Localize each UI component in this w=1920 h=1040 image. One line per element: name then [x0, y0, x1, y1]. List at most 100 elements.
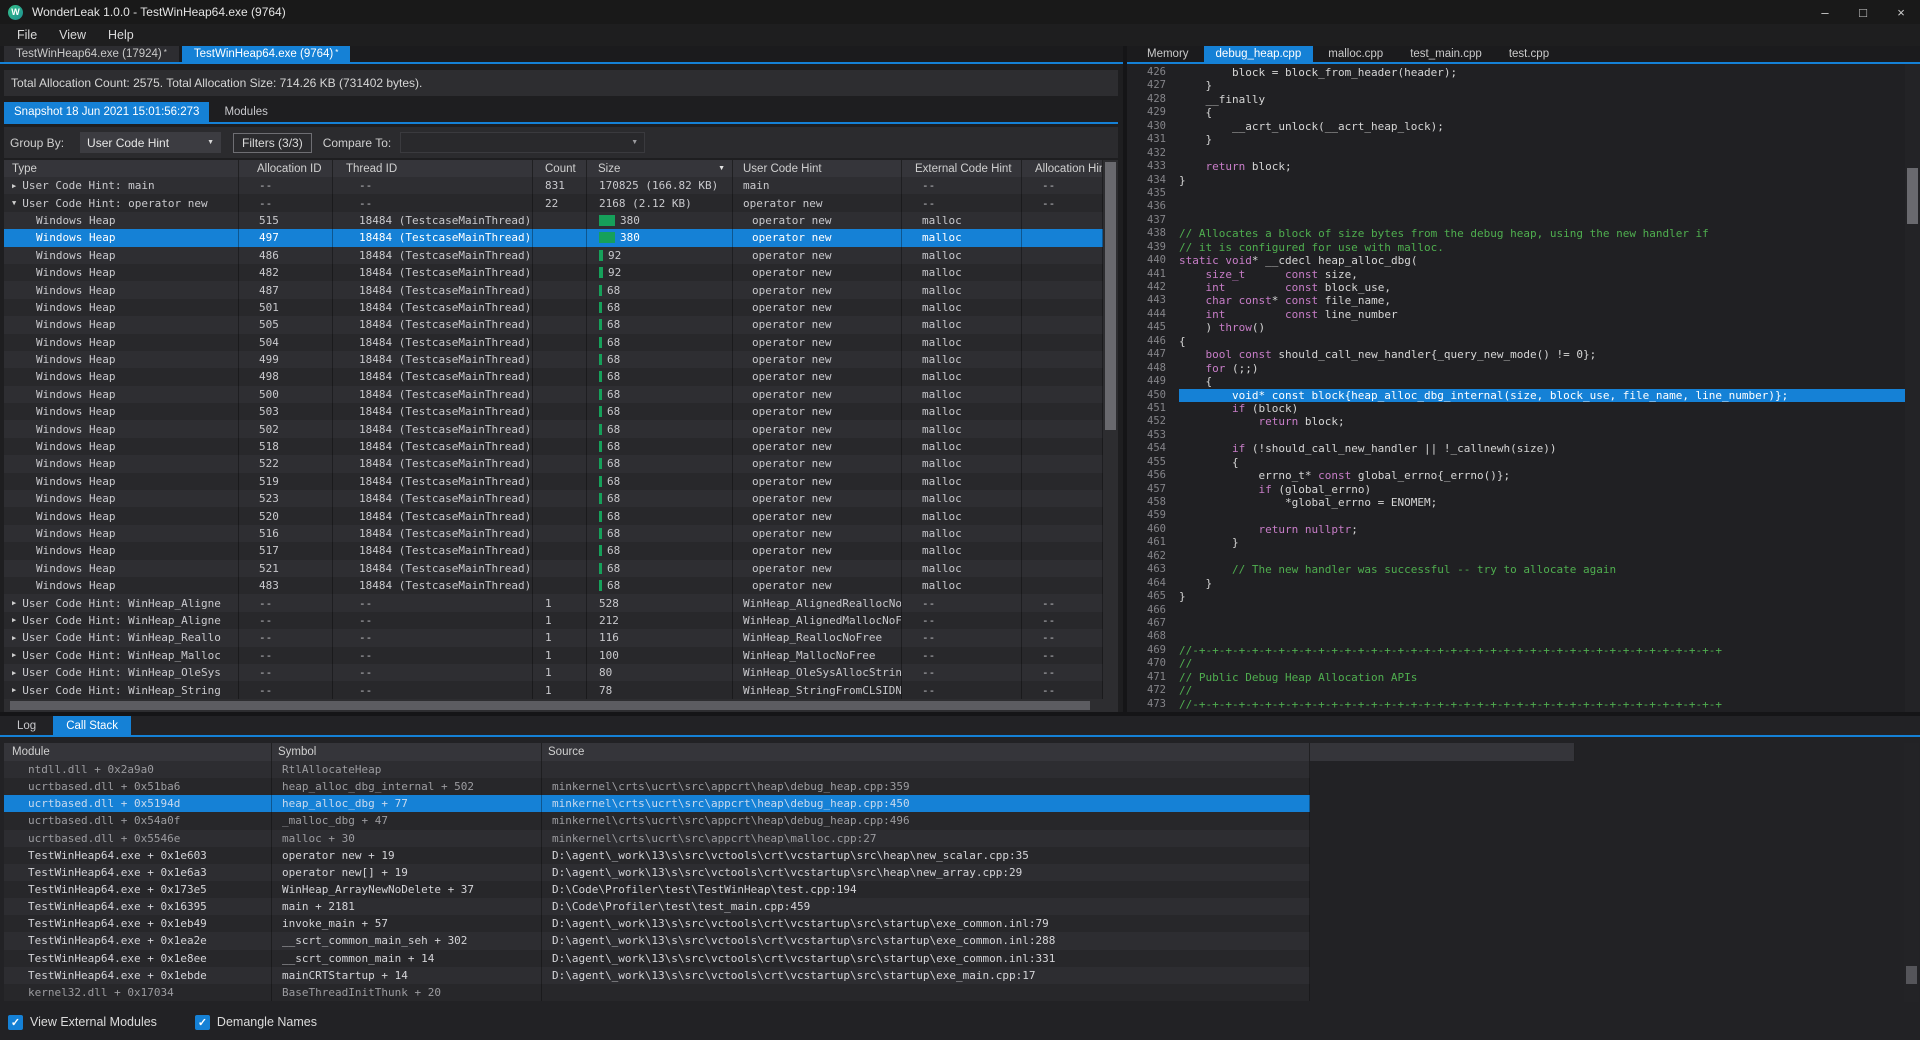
menu-item-help[interactable]: Help	[97, 24, 145, 46]
close-button[interactable]: ×	[1882, 0, 1920, 24]
allocation-table-vscrollbar[interactable]	[1103, 160, 1118, 712]
column-header-external-code-hint[interactable]: External Code Hint	[902, 160, 1022, 177]
call-stack-row[interactable]: TestWinHeap64.exe + 0x1e603operator new …	[4, 847, 1310, 864]
call-stack-row[interactable]: TestWinHeap64.exe + 0x173e5WinHeap_Array…	[4, 881, 1310, 898]
editor-vscrollbar[interactable]	[1905, 64, 1920, 712]
alloc-row[interactable]: Windows Heap50318484 (TestcaseMainThread…	[4, 403, 1103, 420]
alloc-row[interactable]: Windows Heap52118484 (TestcaseMainThread…	[4, 560, 1103, 577]
column-header-allocation-id[interactable]: Allocation ID	[239, 160, 333, 177]
alloc-row[interactable]: Windows Heap48318484 (TestcaseMainThread…	[4, 577, 1103, 594]
call-stack-row[interactable]: TestWinHeap64.exe + 0x1ea2e__scrt_common…	[4, 932, 1310, 949]
collapse-icon[interactable]: ▼	[12, 199, 16, 207]
alloc-row[interactable]: Windows Heap48718484 (TestcaseMainThread…	[4, 281, 1103, 298]
editor-tab-memory[interactable]: Memory	[1135, 46, 1201, 62]
call-stack-scrollbar-thumb[interactable]	[1906, 966, 1917, 984]
checkbox-checked-icon[interactable]: ✓	[8, 1015, 23, 1030]
alloc-row[interactable]: Windows Heap51818484 (TestcaseMainThread…	[4, 438, 1103, 455]
maximize-button[interactable]: □	[1844, 0, 1882, 24]
alloc-row[interactable]: Windows Heap52218484 (TestcaseMainThread…	[4, 455, 1103, 472]
filters-button[interactable]: Filters (3/3)	[233, 133, 312, 153]
column-header-module[interactable]: Module	[4, 743, 272, 761]
code-line: 428 __finally	[1127, 93, 1905, 106]
view-tab-modules[interactable]: Modules	[214, 102, 277, 122]
alloc-row[interactable]: Windows Heap50018484 (TestcaseMainThread…	[4, 386, 1103, 403]
expand-icon[interactable]: ▶	[12, 669, 16, 677]
menu-item-file[interactable]: File	[6, 24, 48, 46]
bottom-tab-log[interactable]: Log	[4, 716, 49, 735]
alloc-row[interactable]: Windows Heap52318484 (TestcaseMainThread…	[4, 490, 1103, 507]
compare-to-dropdown[interactable]: ▼	[400, 132, 645, 153]
expand-icon[interactable]: ▶	[12, 651, 16, 659]
alloc-group-row[interactable]: ▶User Code Hint: WinHeap_OleSys----180Wi…	[4, 664, 1103, 681]
editor-tab-test-main-cpp[interactable]: test_main.cpp	[1398, 46, 1494, 62]
checkbox-checked-icon[interactable]: ✓	[195, 1015, 210, 1030]
process-tab-testwinheap64-exe-17924-[interactable]: TestWinHeap64.exe (17924)*	[4, 46, 179, 62]
call-stack-row[interactable]: ucrtbased.dll + 0x51ba6heap_alloc_dbg_in…	[4, 778, 1310, 795]
call-stack-row[interactable]: TestWinHeap64.exe + 0x1ebdemainCRTStartu…	[4, 967, 1310, 984]
column-header-user-code-hint[interactable]: User Code Hint	[733, 160, 902, 177]
column-header-thread-id[interactable]: Thread ID	[333, 160, 533, 177]
alloc-row[interactable]: Windows Heap51918484 (TestcaseMainThread…	[4, 473, 1103, 490]
alloc-row[interactable]: Windows Heap48618484 (TestcaseMainThread…	[4, 247, 1103, 264]
alloc-row[interactable]: Windows Heap49818484 (TestcaseMainThread…	[4, 368, 1103, 385]
call-stack-row[interactable]: ucrtbased.dll + 0x5546emalloc + 30minker…	[4, 830, 1310, 847]
bottom-tab-call-stack[interactable]: Call Stack	[53, 716, 131, 735]
editor-tab-malloc-cpp[interactable]: malloc.cpp	[1316, 46, 1395, 62]
call-stack-row[interactable]: TestWinHeap64.exe + 0x1e6a3operator new[…	[4, 864, 1310, 881]
call-stack-row[interactable]: TestWinHeap64.exe + 0x1eb49invoke_main +…	[4, 915, 1310, 932]
group-by-dropdown[interactable]: User Code Hint ▼	[80, 132, 221, 153]
expand-icon[interactable]: ▶	[12, 616, 16, 624]
alloc-row[interactable]: Windows Heap48218484 (TestcaseMainThread…	[4, 264, 1103, 281]
alloc-group-row[interactable]: ▼User Code Hint: operator new----222168 …	[4, 194, 1103, 211]
call-stack-row[interactable]: ntdll.dll + 0x2a9a0RtlAllocateHeap	[4, 761, 1310, 778]
alloc-row[interactable]: Windows Heap50418484 (TestcaseMainThread…	[4, 334, 1103, 351]
call-stack-row[interactable]: TestWinHeap64.exe + 0x16395main + 2181D:…	[4, 898, 1310, 915]
minimize-button[interactable]: –	[1806, 0, 1844, 24]
option-view-external-modules[interactable]: ✓View External Modules	[8, 1015, 157, 1030]
line-number: 469	[1127, 644, 1179, 657]
expand-icon[interactable]: ▶	[12, 686, 16, 694]
alloc-group-row[interactable]: ▶User Code Hint: main----831170825 (166.…	[4, 177, 1103, 194]
alloc-row[interactable]: Windows Heap50118484 (TestcaseMainThread…	[4, 299, 1103, 316]
alloc-row[interactable]: Windows Heap50518484 (TestcaseMainThread…	[4, 316, 1103, 333]
call-stack-vscrollbar[interactable]	[1904, 743, 1919, 1002]
alloc-row[interactable]: Windows Heap50218484 (TestcaseMainThread…	[4, 420, 1103, 437]
alloc-row[interactable]: Windows Heap51518484 (TestcaseMainThread…	[4, 212, 1103, 229]
vscrollbar-thumb[interactable]	[1105, 162, 1116, 430]
source-cell: D:\agent\_work\13\s\src\vctools\crt\vcst…	[542, 950, 1310, 967]
column-header-count[interactable]: Count	[533, 160, 587, 177]
alloc-group-row[interactable]: ▶User Code Hint: WinHeap_Reallo----1116W…	[4, 629, 1103, 646]
view-tab-snapshot-18-jun-2021-15-01-56-273[interactable]: Snapshot 18 Jun 2021 15:01:56:273	[4, 102, 209, 122]
hscrollbar-thumb[interactable]	[10, 701, 1090, 710]
column-header-type[interactable]: Type	[4, 160, 239, 177]
alloc-group-row[interactable]: ▶User Code Hint: WinHeap_String----178Wi…	[4, 681, 1103, 698]
alloc-row[interactable]: Windows Heap51718484 (TestcaseMainThread…	[4, 542, 1103, 559]
allocation-table-hscrollbar[interactable]	[4, 699, 1103, 712]
call-stack-row[interactable]: ucrtbased.dll + 0x54a0f_malloc_dbg + 47m…	[4, 812, 1310, 829]
line-number: 458	[1127, 496, 1179, 509]
editor-tab-debug-heap-cpp[interactable]: debug_heap.cpp	[1204, 46, 1314, 62]
alloc-row[interactable]: Windows Heap52018484 (TestcaseMainThread…	[4, 507, 1103, 524]
alloc-group-row[interactable]: ▶User Code Hint: WinHeap_Malloc----1100W…	[4, 647, 1103, 664]
column-header-source[interactable]: Source	[542, 743, 1310, 761]
alloc-row[interactable]: Windows Heap49718484 (TestcaseMainThread…	[4, 229, 1103, 246]
call-stack-row[interactable]: kernel32.dll + 0x17034BaseThreadInitThun…	[4, 984, 1310, 1001]
expand-icon[interactable]: ▶	[12, 634, 16, 642]
column-header-size[interactable]: Size▼	[587, 160, 733, 177]
expand-icon[interactable]: ▶	[12, 599, 16, 607]
process-tab-testwinheap64-exe-9764-[interactable]: TestWinHeap64.exe (9764)*	[182, 46, 350, 62]
editor-tab-test-cpp[interactable]: test.cpp	[1497, 46, 1561, 62]
alloc-row[interactable]: Windows Heap49918484 (TestcaseMainThread…	[4, 351, 1103, 368]
call-stack-row[interactable]: TestWinHeap64.exe + 0x1e8ee__scrt_common…	[4, 950, 1310, 967]
alloc-group-row[interactable]: ▶User Code Hint: WinHeap_Aligne----1528W…	[4, 594, 1103, 611]
option-demangle-names[interactable]: ✓Demangle Names	[195, 1015, 317, 1030]
alloc-row[interactable]: Windows Heap51618484 (TestcaseMainThread…	[4, 525, 1103, 542]
menu-item-view[interactable]: View	[48, 24, 97, 46]
call-stack-row[interactable]: ucrtbased.dll + 0x5194dheap_alloc_dbg + …	[4, 795, 1310, 812]
expand-icon[interactable]: ▶	[12, 182, 16, 190]
alloc-group-row[interactable]: ▶User Code Hint: WinHeap_Aligne----1212W…	[4, 612, 1103, 629]
editor-scrollbar-thumb[interactable]	[1907, 168, 1918, 224]
size-cell: 68	[607, 370, 620, 383]
column-header-symbol[interactable]: Symbol	[272, 743, 542, 761]
column-header-allocation-hint[interactable]: Allocation Hint	[1022, 160, 1103, 177]
